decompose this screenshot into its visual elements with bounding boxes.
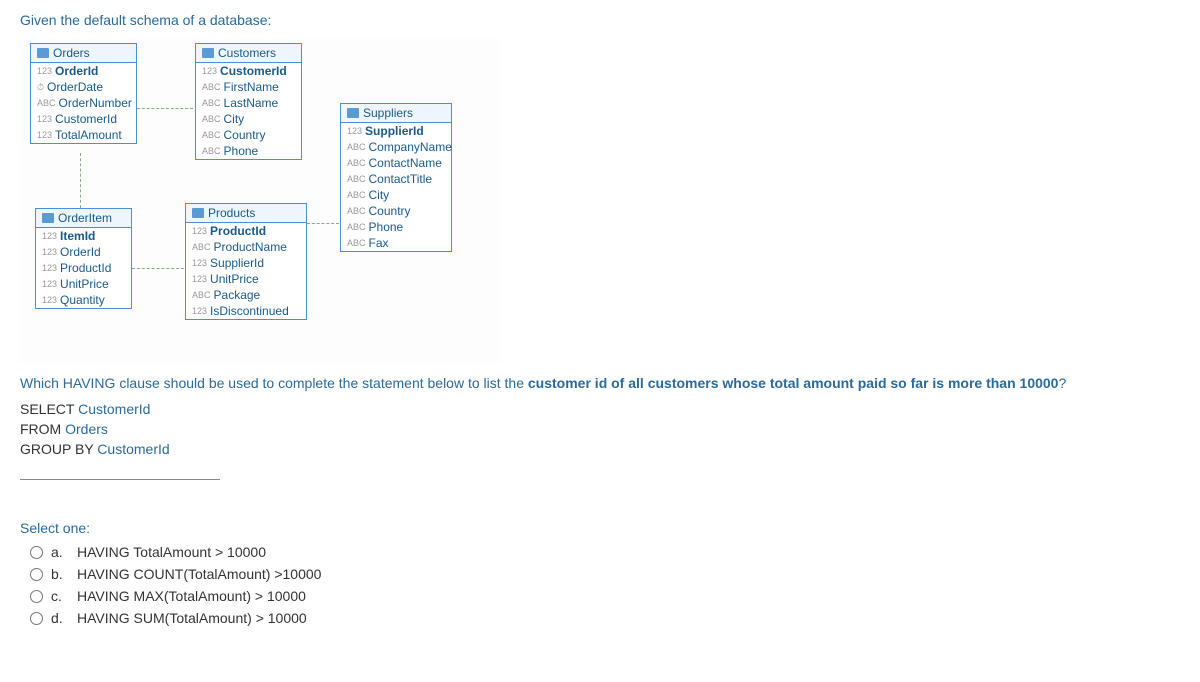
sql-select: SELECT CustomerId [20,401,1180,417]
schema-diagram: Orders 123OrderId ⏱OrderDate ABCOrderNum… [20,38,500,363]
option-a[interactable]: a. HAVING TotalAmount > 10000 [30,544,1180,560]
connector-line [80,153,81,208]
radio-c[interactable] [30,590,43,603]
table-icon [347,108,359,118]
table-icon [37,48,49,58]
blank-line [20,461,220,480]
option-b[interactable]: b. HAVING COUNT(TotalAmount) >10000 [30,566,1180,582]
connector-line [132,268,184,269]
radio-b[interactable] [30,568,43,581]
connector-line [307,223,339,224]
select-one-label: Select one: [20,520,1180,536]
question-text: Which HAVING clause should be used to co… [20,375,1180,391]
table-title: Customers [218,46,276,60]
table-orderitem: OrderItem 123ItemId 123OrderId 123Produc… [35,208,132,309]
question-intro: Given the default schema of a database: [20,12,1180,28]
sql-groupby: GROUP BY CustomerId [20,441,1180,457]
table-title: OrderItem [58,211,112,225]
table-title: Suppliers [363,106,413,120]
sql-from: FROM Orders [20,421,1180,437]
table-icon [192,208,204,218]
option-c[interactable]: c. HAVING MAX(TotalAmount) > 10000 [30,588,1180,604]
table-orders: Orders 123OrderId ⏱OrderDate ABCOrderNum… [30,43,137,144]
radio-d[interactable] [30,612,43,625]
radio-a[interactable] [30,546,43,559]
table-customers: Customers 123CustomerId ABCFirstName ABC… [195,43,302,160]
table-title: Orders [53,46,90,60]
option-d[interactable]: d. HAVING SUM(TotalAmount) > 10000 [30,610,1180,626]
table-title: Products [208,206,255,220]
table-icon [202,48,214,58]
table-suppliers: Suppliers 123SupplierId ABCCompanyName A… [340,103,452,252]
table-icon [42,213,54,223]
table-products: Products 123ProductId ABCProductName 123… [185,203,307,320]
connector-line [137,108,193,109]
